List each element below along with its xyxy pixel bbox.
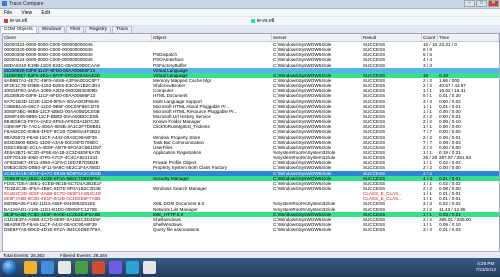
cell-result: SUCCESS: [363, 227, 386, 233]
column-header-server[interactable]: Server: [272, 34, 362, 41]
column-header-object[interactable]: Object: [152, 34, 272, 41]
file-color-icon: [251, 19, 255, 23]
table-header: Client Object Server Result Count Time: [3, 34, 499, 42]
menu-file[interactable]: File: [0, 9, 16, 17]
column-header-count[interactable]: Count: [422, 34, 438, 41]
com-objects-table: Client Object Server Result Count Time 0…: [2, 33, 500, 252]
taskbar-app-icon[interactable]: [24, 261, 37, 274]
taskbar-app-icon[interactable]: [143, 261, 156, 274]
column-header-result[interactable]: Result: [362, 34, 422, 41]
column-header-client[interactable]: Client: [3, 34, 152, 41]
taskbar-app-icon[interactable]: [41, 261, 54, 274]
tab-files[interactable]: Files: [66, 26, 85, 33]
taskbar: 4:26 PM 7/23/2012: [0, 258, 500, 277]
menu-bar: File View Edit: [0, 9, 500, 16]
taskbar-app-icon[interactable]: [126, 261, 139, 274]
taskbar-app-icon[interactable]: [92, 261, 105, 274]
taskbar-app-icon[interactable]: [75, 261, 88, 274]
tab-windows[interactable]: Windows: [37, 26, 66, 33]
tab-trace[interactable]: Trace: [112, 26, 133, 33]
tab-com-objects[interactable]: COM Objects: [0, 26, 37, 33]
app-icon: [2, 1, 7, 6]
file-b-name[interactable]: ie-vs.etl: [257, 18, 274, 24]
title-bar: Trace Compare – □ ✕: [0, 0, 500, 9]
cell-object: Query file associations: [153, 227, 200, 233]
window-controls: – □ ✕: [463, 0, 499, 7]
maximize-button[interactable]: □: [476, 0, 487, 7]
menu-edit[interactable]: Edit: [37, 9, 54, 17]
close-button[interactable]: ✕: [488, 0, 499, 7]
window-title: Trace Compare: [9, 1, 44, 7]
menu-view[interactable]: View: [17, 9, 36, 17]
system-clock[interactable]: 4:26 PM 7/23/2012: [476, 261, 496, 273]
file-a-name[interactable]: ie-vs.etl: [10, 18, 27, 24]
cell-server: C:\Windows\SysWOW64\ole: [273, 227, 332, 233]
compared-files-bar: ie-vs.etl ie-vs.etl: [0, 17, 500, 25]
clock-date: 7/23/2012: [475, 267, 496, 272]
tab-strip: COM Objects Windows Files Registry Trace: [0, 26, 133, 33]
start-button-icon[interactable]: [2, 260, 17, 275]
taskbar-app-icon[interactable]: [109, 261, 122, 274]
file-color-icon: [4, 19, 8, 23]
cell-time: 0.01 / 0.03: [439, 227, 461, 233]
minimize-button[interactable]: –: [464, 0, 475, 7]
cell-count: 3 / 3: [423, 227, 432, 233]
table-body: 00000323-0000-0000-C000-000000000046 C:\W…: [3, 42, 499, 232]
column-header-time[interactable]: Time: [438, 34, 499, 41]
tab-registry[interactable]: Registry: [85, 26, 111, 33]
table-row[interactable]: D5E6F7A8-B9C0-4D1E-8F2A-3B4C5D6E7F8A Quer…: [3, 227, 499, 232]
cell-client: D5E6F7A8-B9C0-4D1E-8F2A-3B4C5D6E7F8A: [4, 227, 101, 233]
taskbar-app-icon[interactable]: [58, 261, 71, 274]
